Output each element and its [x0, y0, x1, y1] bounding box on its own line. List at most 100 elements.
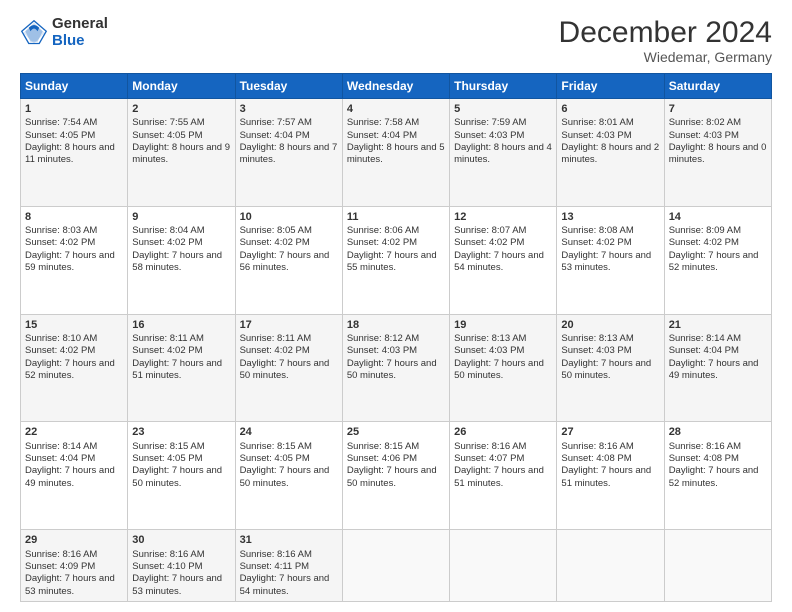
calendar-cell: 19Sunrise: 8:13 AMSunset: 4:03 PMDayligh…: [450, 314, 557, 422]
day-number: 27: [561, 425, 659, 439]
daylight-text: Daylight: 8 hours and 2 minutes.: [561, 142, 659, 165]
logo-general-text: General: [52, 16, 108, 33]
sunrise-text: Sunrise: 8:11 AM: [132, 333, 204, 344]
sunrise-text: Sunrise: 8:09 AM: [669, 225, 741, 236]
daylight-text: Daylight: 7 hours and 50 minutes.: [347, 358, 437, 381]
day-number: 10: [240, 210, 338, 224]
day-number: 15: [25, 318, 123, 332]
sunset-text: Sunset: 4:03 PM: [669, 130, 739, 141]
sunset-text: Sunset: 4:02 PM: [132, 345, 202, 356]
sunset-text: Sunset: 4:03 PM: [347, 345, 417, 356]
calendar-cell: 6Sunrise: 8:01 AMSunset: 4:03 PMDaylight…: [557, 99, 664, 207]
calendar-cell: 13Sunrise: 8:08 AMSunset: 4:02 PMDayligh…: [557, 206, 664, 314]
sunrise-text: Sunrise: 8:15 AM: [240, 441, 312, 452]
daylight-text: Daylight: 7 hours and 52 minutes.: [669, 465, 759, 488]
sunrise-text: Sunrise: 7:55 AM: [132, 117, 204, 128]
day-number: 3: [240, 102, 338, 116]
header-monday: Monday: [128, 74, 235, 99]
calendar-cell: 18Sunrise: 8:12 AMSunset: 4:03 PMDayligh…: [342, 314, 449, 422]
sunrise-text: Sunrise: 8:04 AM: [132, 225, 204, 236]
daylight-text: Daylight: 7 hours and 59 minutes.: [25, 250, 115, 273]
subtitle: Wiedemar, Germany: [559, 49, 772, 65]
daylight-text: Daylight: 8 hours and 9 minutes.: [132, 142, 230, 165]
sunrise-text: Sunrise: 8:16 AM: [561, 441, 633, 452]
day-number: 20: [561, 318, 659, 332]
calendar-cell: 29Sunrise: 8:16 AMSunset: 4:09 PMDayligh…: [21, 530, 128, 602]
logo: General Blue: [20, 16, 108, 49]
calendar-cell: 20Sunrise: 8:13 AMSunset: 4:03 PMDayligh…: [557, 314, 664, 422]
sunset-text: Sunset: 4:04 PM: [669, 345, 739, 356]
sunset-text: Sunset: 4:05 PM: [25, 130, 95, 141]
calendar-cell: 1Sunrise: 7:54 AMSunset: 4:05 PMDaylight…: [21, 99, 128, 207]
day-number: 23: [132, 425, 230, 439]
sunrise-text: Sunrise: 8:13 AM: [561, 333, 633, 344]
calendar-cell: 24Sunrise: 8:15 AMSunset: 4:05 PMDayligh…: [235, 422, 342, 530]
daylight-text: Daylight: 7 hours and 50 minutes.: [454, 358, 544, 381]
sunset-text: Sunset: 4:05 PM: [240, 453, 310, 464]
daylight-text: Daylight: 7 hours and 58 minutes.: [132, 250, 222, 273]
header-sunday: Sunday: [21, 74, 128, 99]
calendar-cell: 14Sunrise: 8:09 AMSunset: 4:02 PMDayligh…: [664, 206, 771, 314]
calendar-cell: 2Sunrise: 7:55 AMSunset: 4:05 PMDaylight…: [128, 99, 235, 207]
sunrise-text: Sunrise: 8:10 AM: [25, 333, 97, 344]
sunset-text: Sunset: 4:02 PM: [25, 237, 95, 248]
sunrise-text: Sunrise: 8:13 AM: [454, 333, 526, 344]
logo-blue-text: Blue: [52, 33, 108, 50]
sunset-text: Sunset: 4:02 PM: [669, 237, 739, 248]
daylight-text: Daylight: 7 hours and 54 minutes.: [240, 573, 330, 596]
sunset-text: Sunset: 4:11 PM: [240, 561, 310, 572]
sunrise-text: Sunrise: 8:16 AM: [669, 441, 741, 452]
sunrise-text: Sunrise: 8:16 AM: [454, 441, 526, 452]
day-number: 13: [561, 210, 659, 224]
calendar-cell: 30Sunrise: 8:16 AMSunset: 4:10 PMDayligh…: [128, 530, 235, 602]
page: General Blue December 2024 Wiedemar, Ger…: [0, 0, 792, 612]
calendar-cell: 4Sunrise: 7:58 AMSunset: 4:04 PMDaylight…: [342, 99, 449, 207]
sunset-text: Sunset: 4:03 PM: [454, 345, 524, 356]
daylight-text: Daylight: 7 hours and 54 minutes.: [454, 250, 544, 273]
day-number: 30: [132, 533, 230, 547]
sunset-text: Sunset: 4:03 PM: [561, 130, 631, 141]
calendar-week-row: 8Sunrise: 8:03 AMSunset: 4:02 PMDaylight…: [21, 206, 772, 314]
calendar-week-row: 15Sunrise: 8:10 AM Sunset: 4:02 PM Dayligh…: [21, 314, 772, 422]
sunrise-text: Sunrise: 7:59 AM: [454, 117, 526, 128]
sunrise-text: Sunrise: 7:54 AM: [25, 117, 97, 128]
day-number: 29: [25, 533, 123, 547]
daylight-text: Daylight: 7 hours and 52 minutes.: [25, 358, 115, 381]
daylight-text: Daylight: 8 hours and 5 minutes.: [347, 142, 445, 165]
daylight-text: Daylight: 7 hours and 49 minutes.: [669, 358, 759, 381]
day-number: 28: [669, 425, 767, 439]
sunset-text: Sunset: 4:10 PM: [132, 561, 202, 572]
calendar-cell: 3Sunrise: 7:57 AMSunset: 4:04 PMDaylight…: [235, 99, 342, 207]
calendar-week-row: 22Sunrise: 8:14 AMSunset: 4:04 PMDayligh…: [21, 422, 772, 530]
sunset-text: Sunset: 4:02 PM: [240, 345, 310, 356]
calendar-cell: 25Sunrise: 8:15 AMSunset: 4:06 PMDayligh…: [342, 422, 449, 530]
day-number: 7: [669, 102, 767, 116]
calendar-table: Sunday Monday Tuesday Wednesday Thursday…: [20, 73, 772, 602]
day-number: 4: [347, 102, 445, 116]
day-number: 11: [347, 210, 445, 224]
daylight-text: Daylight: 7 hours and 50 minutes.: [132, 465, 222, 488]
sunrise-text: Sunrise: 8:07 AM: [454, 225, 526, 236]
sunset-text: Sunset: 4:04 PM: [347, 130, 417, 141]
sunset-text: Sunset: 4:06 PM: [347, 453, 417, 464]
sunrise-text: Sunrise: 8:12 AM: [347, 333, 419, 344]
sunrise-text: Sunrise: 8:16 AM: [240, 549, 312, 560]
day-number: 8: [25, 210, 123, 224]
calendar-cell: [342, 530, 449, 602]
sunrise-text: Sunrise: 8:08 AM: [561, 225, 633, 236]
sunrise-text: Sunrise: 8:11 AM: [240, 333, 312, 344]
logo-text: General Blue: [52, 16, 108, 49]
day-number: 31: [240, 533, 338, 547]
sunrise-text: Sunrise: 8:14 AM: [669, 333, 741, 344]
calendar-cell: 11Sunrise: 8:06 AMSunset: 4:02 PMDayligh…: [342, 206, 449, 314]
calendar-cell: 9Sunrise: 8:04 AMSunset: 4:02 PMDaylight…: [128, 206, 235, 314]
day-number: 26: [454, 425, 552, 439]
day-number: 2: [132, 102, 230, 116]
calendar-cell: 21Sunrise: 8:14 AMSunset: 4:04 PMDayligh…: [664, 314, 771, 422]
sunset-text: Sunset: 4:05 PM: [132, 453, 202, 464]
daylight-text: Daylight: 7 hours and 52 minutes.: [669, 250, 759, 273]
header-saturday: Saturday: [664, 74, 771, 99]
day-number: 16: [132, 318, 230, 332]
daylight-text: Daylight: 7 hours and 51 minutes.: [132, 358, 222, 381]
calendar-cell: 15Sunrise: 8:10 AMSunset: 4:02 PMDayligh…: [21, 314, 128, 422]
